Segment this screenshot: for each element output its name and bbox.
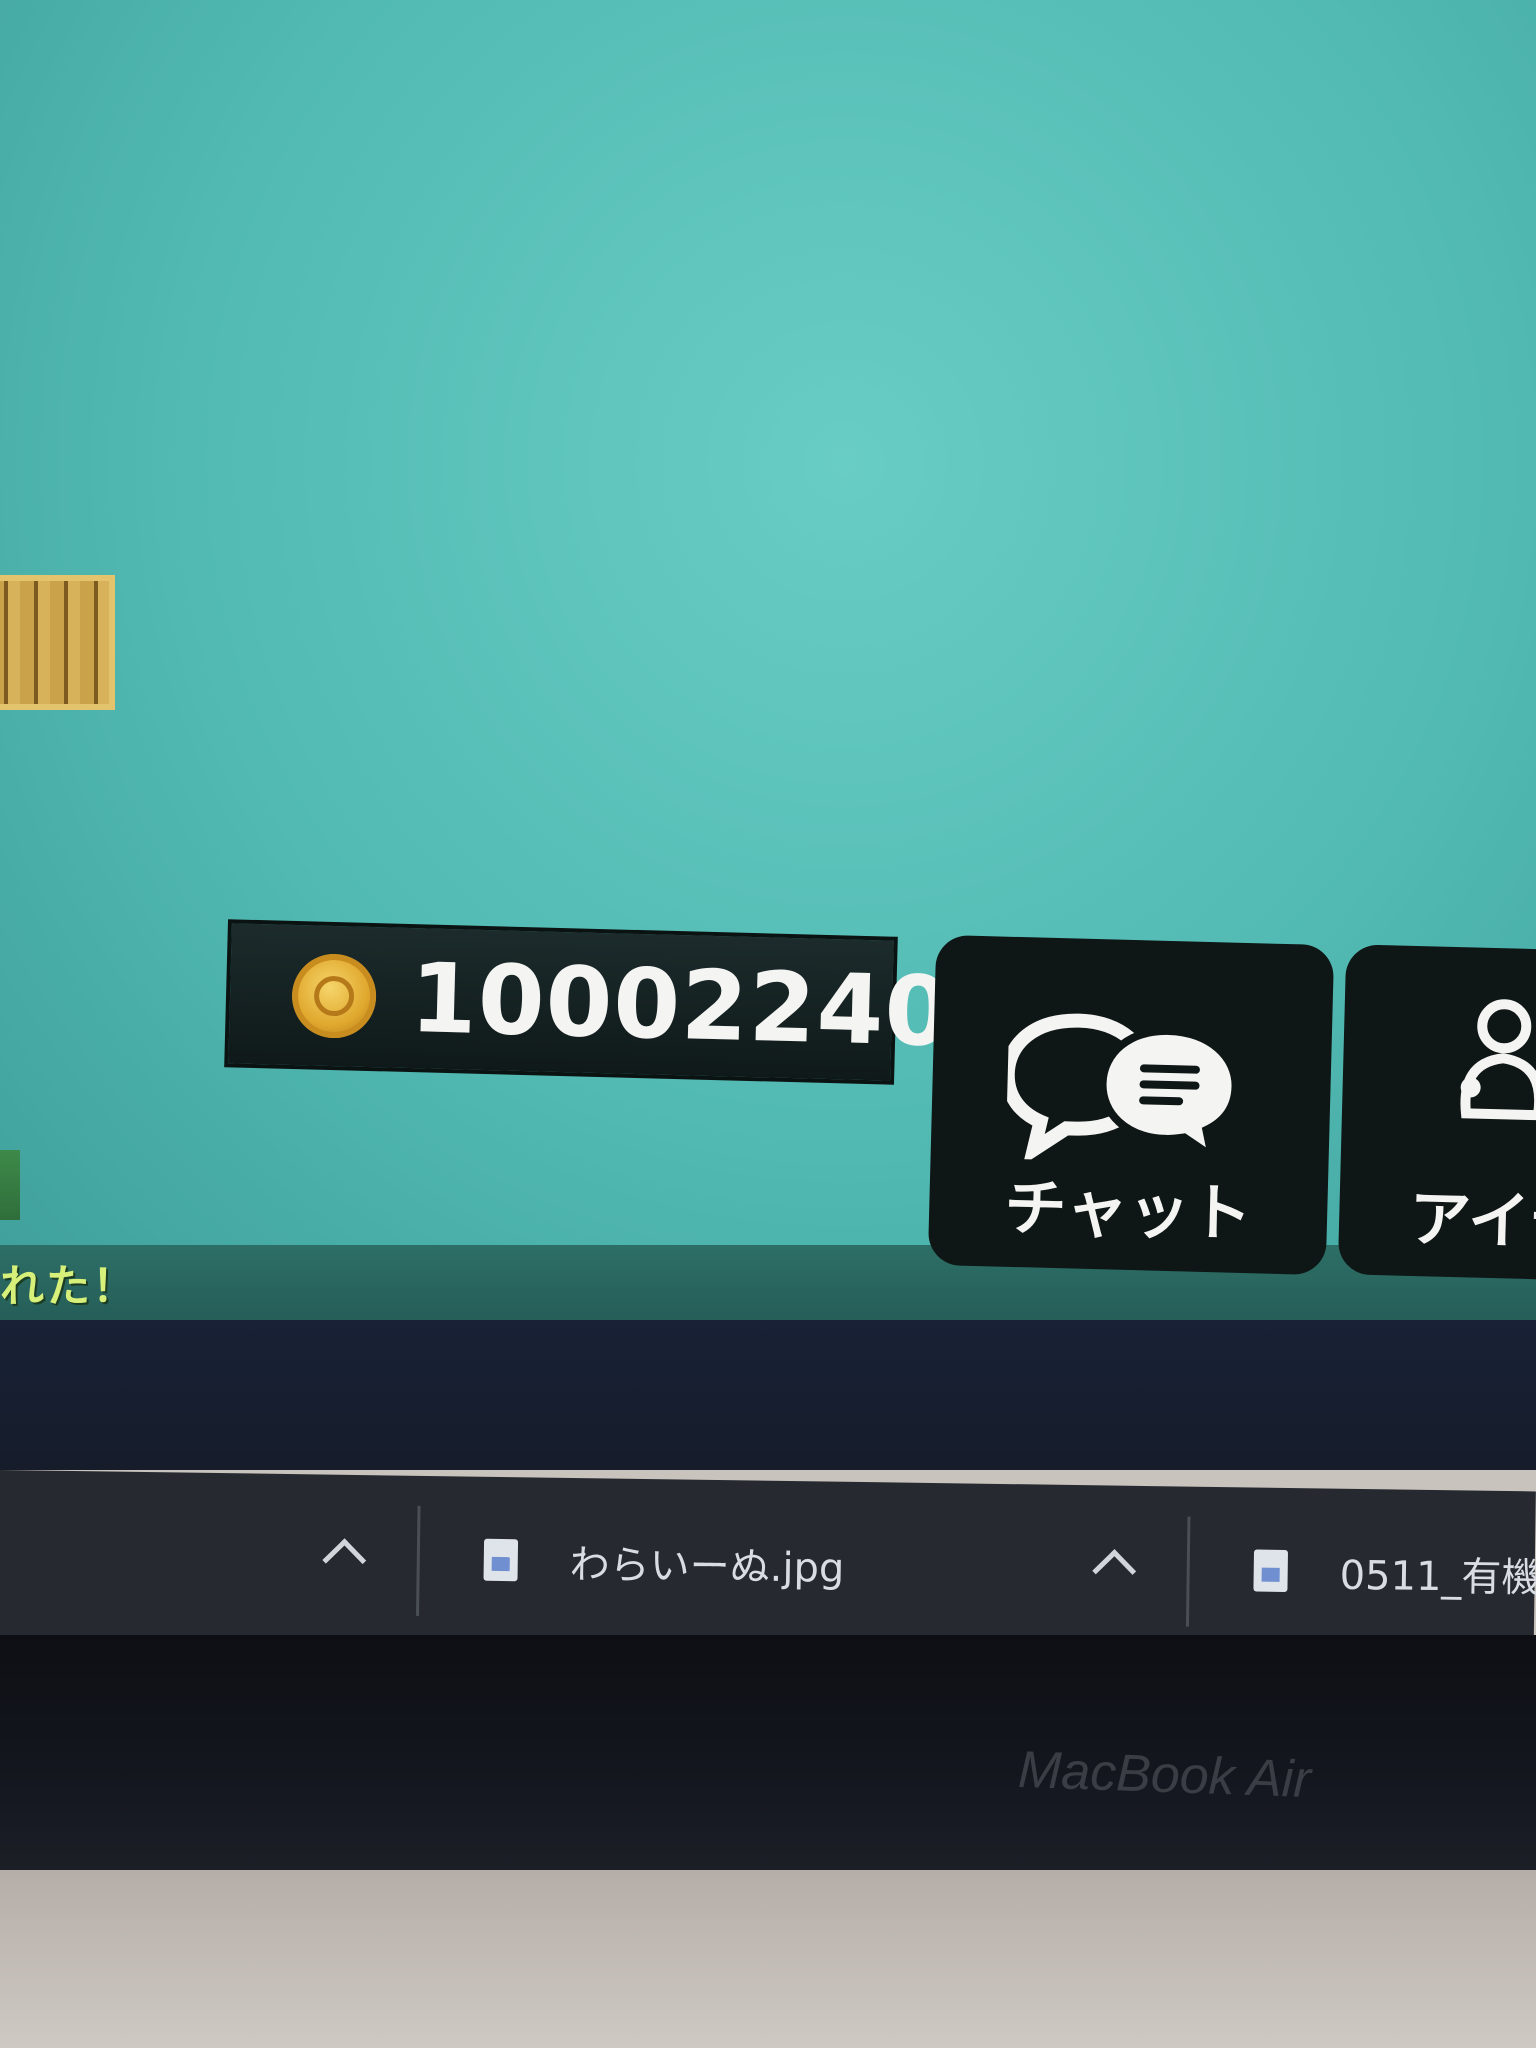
gold-counter: 10002240G — [224, 919, 1033, 1085]
grass-sprite — [0, 1150, 20, 1220]
wood-crate-sprite — [0, 575, 115, 710]
chevron-up-icon[interactable] — [322, 1538, 367, 1583]
chevron-up-icon[interactable] — [1092, 1549, 1137, 1593]
game-screen: れた！ 10002240G チャット アイテ — [0, 0, 1536, 1320]
chat-button-label: チャット — [1003, 1170, 1253, 1251]
file-icon — [1253, 1549, 1289, 1592]
laptop-brand-label: MacBook Air — [1017, 1740, 1312, 1810]
game-message-text: れた！ — [0, 1261, 138, 1312]
download-item[interactable]: わらいーぬ.jpg — [483, 1477, 846, 1647]
item-character-icon — [1460, 999, 1536, 1121]
download-file-name: わらいーぬ.jpg — [569, 1541, 845, 1592]
chat-bubbles-icon — [1005, 1013, 1240, 1165]
download-item[interactable]: 0511_有機 — [1253, 1488, 1536, 1657]
screen-bottom-band — [0, 1320, 1536, 1470]
chat-button[interactable]: チャット — [927, 934, 1335, 1276]
divider — [416, 1505, 421, 1616]
laptop-body — [0, 1870, 1536, 2048]
download-file-name: 0511_有機 — [1339, 1552, 1536, 1602]
coin-icon — [290, 952, 378, 1040]
file-icon — [483, 1538, 519, 1581]
divider — [1185, 1516, 1191, 1627]
download-bar: わらいーぬ.jpg 0511_有機 — [0, 1470, 1536, 1657]
item-button[interactable]: アイテ — [1337, 944, 1536, 1282]
item-button-label: アイテ — [1408, 1181, 1536, 1260]
